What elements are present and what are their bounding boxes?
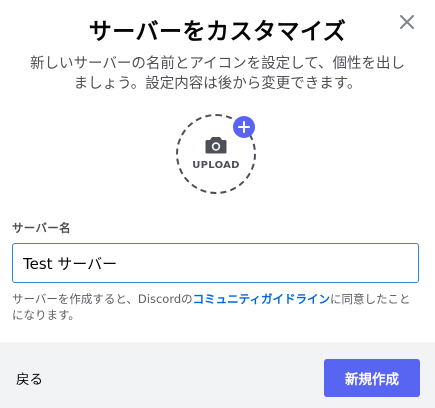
community-guidelines-link[interactable]: コミュニティガイドライン <box>193 292 330 306</box>
back-button[interactable]: 戻る <box>16 368 43 388</box>
server-name-input[interactable] <box>12 243 419 283</box>
modal-subtitle: 新しいサーバーの名前とアイコンを設定して、個性を出しましょう。設定内容は後から変… <box>30 56 405 92</box>
server-name-label: サーバー名 <box>12 221 71 235</box>
modal-title: サーバーをカスタマイズ <box>88 19 347 45</box>
upload-icon-button[interactable]: UPLOAD <box>176 114 256 194</box>
modal-footer: 戻る 新規作成 <box>0 342 435 408</box>
disclaimer-prefix: サーバーを作成すると、Discordの <box>12 292 193 306</box>
customize-server-modal: サーバーをカスタマイズ 新しいサーバーの名前とアイコンを設定して、個性を出しまし… <box>0 0 435 408</box>
camera-icon <box>205 137 227 154</box>
create-button[interactable]: 新規作成 <box>324 359 420 397</box>
add-icon-badge[interactable] <box>233 116 255 138</box>
terms-disclaimer: サーバーを作成すると、Discordのコミュニティガイドラインに同意したことにな… <box>12 291 419 323</box>
plus-icon <box>238 121 250 133</box>
upload-label: UPLOAD <box>192 160 240 171</box>
